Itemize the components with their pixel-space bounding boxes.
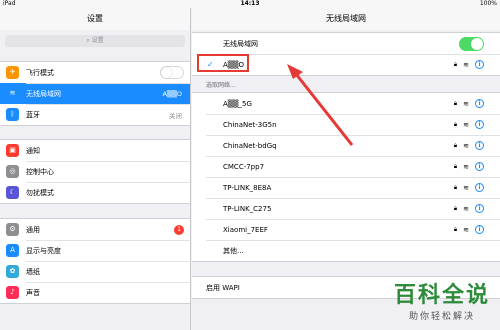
arrow-head (287, 64, 303, 79)
arrow-line (294, 73, 354, 146)
watermark-sub: 助你轻松解决 (408, 312, 475, 322)
watermark-logo: 百科全说 助你轻松解决 (394, 277, 490, 322)
watermark-main: 百科全说 (393, 283, 490, 308)
